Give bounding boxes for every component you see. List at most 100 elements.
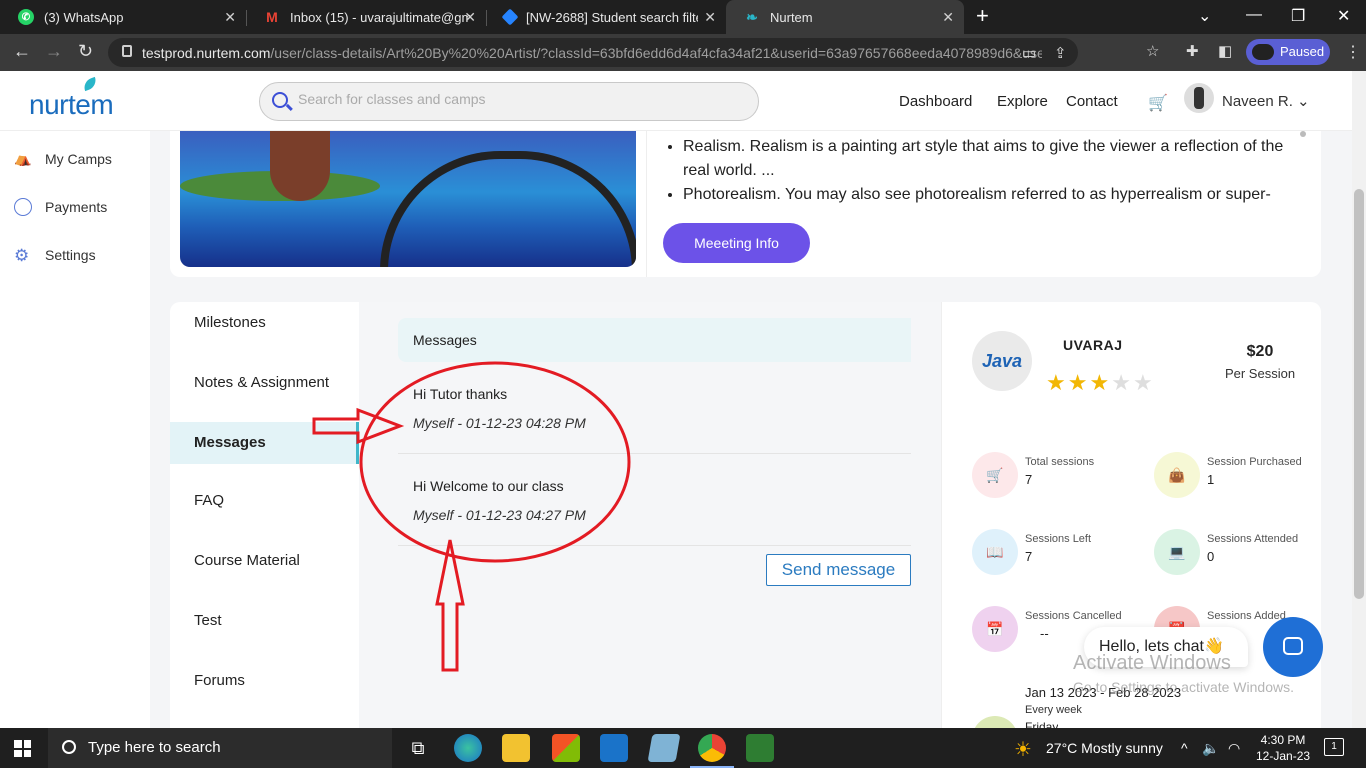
address-bar[interactable]: testprod.nurtem.com/user/class-details/A… [108,38,1078,67]
stat-sessions-left: 📖 Sessions Left 7 [972,529,1152,579]
search-box[interactable] [259,82,759,121]
tutor-name[interactable]: UVARAJ [1063,337,1123,353]
extensions-icon[interactable]: ✚ [1186,42,1199,60]
sidebar-item-settings[interactable]: ⚙ Settings [14,246,96,265]
chrome-icon[interactable] [698,734,726,762]
tab-course-material[interactable]: Course Material [170,540,359,582]
notification-icon[interactable]: 1 [1324,738,1344,756]
weather-text[interactable]: 27°C Mostly sunny [1046,740,1163,756]
stat-label: Sessions Cancelled [1025,610,1122,622]
profile-avatar [1252,44,1274,60]
bookmark-star-icon[interactable]: ☆ [1146,42,1159,60]
nav-explore[interactable]: Explore [997,93,1048,110]
back-button[interactable]: ← [13,41,31,62]
minimize-button[interactable]: — [1246,6,1262,24]
messages-header: Messages [398,318,911,362]
lock-icon [122,45,132,57]
stat-total-sessions: 🛒 Total sessions 7 [972,452,1152,502]
search-icon [272,92,288,108]
payments-icon [14,198,32,216]
profile-paused-button[interactable]: Paused [1246,39,1330,65]
tab-forums[interactable]: Forums [170,660,359,702]
search-icon [62,740,76,754]
description-scrollbar[interactable] [1300,131,1306,137]
file-explorer-icon[interactable] [502,734,530,762]
tab-test[interactable]: Test [170,600,359,642]
book-icon: 📖 [972,529,1018,575]
message-item: Hi Tutor thanks Myself - 01-12-23 04:28 … [398,386,911,454]
cast-icon[interactable]: ▭ [1022,44,1036,62]
restore-button[interactable]: ❐ [1291,6,1305,26]
reload-button[interactable]: ↻ [78,41,93,62]
sidebar-item-payments[interactable]: Payments [14,198,107,216]
stat-sessions-attended: 💻 Sessions Attended 0 [1154,529,1334,579]
camps-icon: ⛺ [14,150,32,166]
close-icon[interactable]: ✕ [942,9,954,26]
tab-milestones[interactable]: Milestones [170,302,359,344]
tab-title: Inbox (15) - uvarajultimate@gma [290,9,470,25]
tab-search-icon[interactable]: ⌄ [1198,6,1211,26]
user-name: Naveen R. [1222,93,1293,110]
message-text: Hi Tutor thanks [413,386,508,402]
new-tab-button[interactable]: + [976,5,989,27]
tab-nurtem[interactable]: ❧ Nurtem ✕ [726,0,964,34]
search-input[interactable] [298,91,738,107]
stat-label: Total sessions [1025,456,1095,468]
notification-count: 1 [1331,741,1337,752]
price: $20 [1246,343,1274,360]
volume-icon[interactable]: 🔈 [1202,740,1219,757]
sidebar-item-my-camps[interactable]: ⛺ My Camps [14,150,112,168]
page-scrollbar[interactable] [1352,71,1366,728]
forward-button[interactable]: → [45,41,63,62]
window-close-button[interactable]: ✕ [1337,6,1350,26]
tab-messages[interactable]: Messages [170,422,359,464]
messages-area: Messages Hi Tutor thanks Myself - 01-12-… [359,302,942,728]
description-bullet: Realism. Realism is a painting art style… [683,135,1305,183]
tab-whatsapp[interactable]: ✆ (3) WhatsApp ✕ [0,0,246,34]
share-icon[interactable]: ⇪ [1054,44,1067,62]
whatsapp-icon: ✆ [18,9,34,25]
stat-label: Sessions Added [1207,610,1286,622]
tab-notes-assignment[interactable]: Notes & Assignment [170,362,359,404]
close-icon[interactable]: ✕ [224,9,236,26]
meeting-info-button[interactable]: Meeeting Info [663,223,810,263]
taskbar-search[interactable]: Type here to search [48,728,392,768]
gmail-icon: M [266,9,278,25]
user-menu[interactable]: Naveen R. ⌄ [1222,92,1310,110]
nurtem-logo[interactable]: nurtem [29,76,114,121]
nav-contact[interactable]: Contact [1066,93,1118,110]
scrollbar-thumb[interactable] [1354,189,1364,599]
star-icon: ★ [1089,370,1112,395]
excel-icon[interactable] [746,734,774,762]
sidebar-item-label: My Camps [45,151,112,167]
tab-faq[interactable]: FAQ [170,480,359,522]
browser-menu-icon[interactable]: ⋮ [1345,42,1361,62]
edge-icon[interactable] [454,734,482,762]
mail-icon[interactable] [600,734,628,762]
cart-icon[interactable]: 🛒 [1148,93,1168,113]
tab-gmail[interactable]: M Inbox (15) - uvarajultimate@gma ✕ [246,0,486,34]
store-icon[interactable] [552,734,580,762]
nav-dashboard[interactable]: Dashboard [899,93,972,110]
side-panel-icon[interactable]: ◧ [1218,42,1232,60]
wifi-icon[interactable]: ◠ [1228,740,1240,757]
clock[interactable]: 4:30 PM 12-Jan-23 [1256,732,1310,764]
chevron-up-icon[interactable]: ^ [1181,740,1188,756]
price-unit: Per Session [1224,366,1296,381]
close-icon[interactable]: ✕ [704,9,716,26]
stat-session-purchased: 👜 Session Purchased 1 [1154,452,1334,502]
stat-label: Sessions Attended [1207,533,1299,545]
task-view-icon[interactable]: ⧉ [404,734,432,762]
stat-value: 0 [1207,549,1215,564]
taskbar-search-placeholder: Type here to search [88,739,221,756]
windows-start-button[interactable] [14,740,31,757]
close-icon[interactable]: ✕ [464,9,476,26]
avatar[interactable] [1184,83,1214,113]
stat-value: 7 [1025,472,1033,487]
tab-jira[interactable]: [NW-2688] Student search filter r ✕ [486,0,726,34]
stat-value: 1 [1207,472,1215,487]
app-icon[interactable] [647,734,681,762]
send-message-button[interactable]: Send message [766,554,911,586]
message-meta: Myself - 01-12-23 04:28 PM [413,415,586,431]
stat-value: -- [1040,626,1049,641]
